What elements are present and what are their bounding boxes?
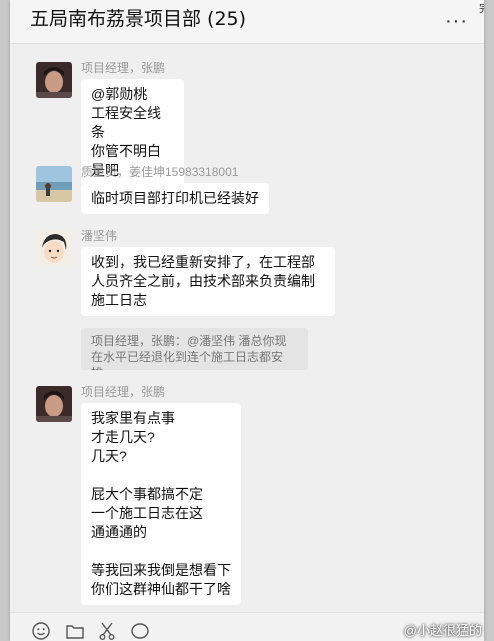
- chat-window: 五局南布荔景项目部 (25) ··· 完 项目经理，张鹏 @郭勋桃 工程安全线条…: [10, 0, 484, 641]
- cartoon-avatar-icon[interactable]: [36, 230, 72, 266]
- message-item: 质量员，姜佳坤15983318001 临时项目部打印机已经装好: [36, 165, 466, 216]
- message-bubble[interactable]: 临时项目部打印机已经装好: [81, 183, 269, 214]
- message-sender: 项目经理，张鹏: [81, 385, 166, 399]
- message-item: 潘坚伟 收到，我已经重新安排了，在工程部 人员齐全之前，由技术部来负责编制 施工…: [36, 229, 466, 326]
- message-item: 项目经理，张鹏 我家里有点事 才走几天? 几天? 屁大个事都搞不定 一个施工日志…: [36, 385, 466, 608]
- message-bubble[interactable]: 收到，我已经重新安排了，在工程部 人员齐全之前，由技术部来负责编制 施工日志: [81, 247, 335, 316]
- message-sender: 质量员，姜佳坤15983318001: [81, 165, 239, 179]
- message-sender: 潘坚伟: [81, 229, 118, 243]
- message-sender: 项目经理，张鹏: [81, 61, 166, 75]
- more-options-icon[interactable]: ···: [445, 10, 468, 33]
- scrollbar[interactable]: [476, 48, 484, 608]
- message-item: 项目经理，张鹏 @郭勋桃 工程安全线条 你管不明白是吧: [36, 61, 466, 186]
- chat-title: 五局南布荔景项目部 (25): [30, 8, 247, 30]
- message-bubble[interactable]: 我家里有点事 才走几天? 几天? 屁大个事都搞不定 一个施工日志在这 通通通的 …: [81, 403, 241, 605]
- user-avatar-icon[interactable]: [36, 62, 72, 98]
- window-edge-label: 完: [479, 0, 484, 16]
- scissors-icon[interactable]: [98, 622, 116, 641]
- folder-icon[interactable]: [65, 622, 85, 641]
- user-avatar-icon[interactable]: [36, 386, 72, 422]
- quoted-message[interactable]: 项目经理，张鹏：@潘坚伟 潘总你现在水平已经退化到连个施工日志都安排...: [81, 328, 308, 370]
- chat-bubble-icon[interactable]: [130, 622, 150, 641]
- emoji-icon[interactable]: [32, 622, 50, 641]
- beach-avatar-icon[interactable]: [36, 166, 72, 202]
- chat-header: 五局南布荔景项目部 (25) ··· 完: [10, 0, 484, 44]
- weibo-watermark: @小赵很猛的: [403, 623, 482, 638]
